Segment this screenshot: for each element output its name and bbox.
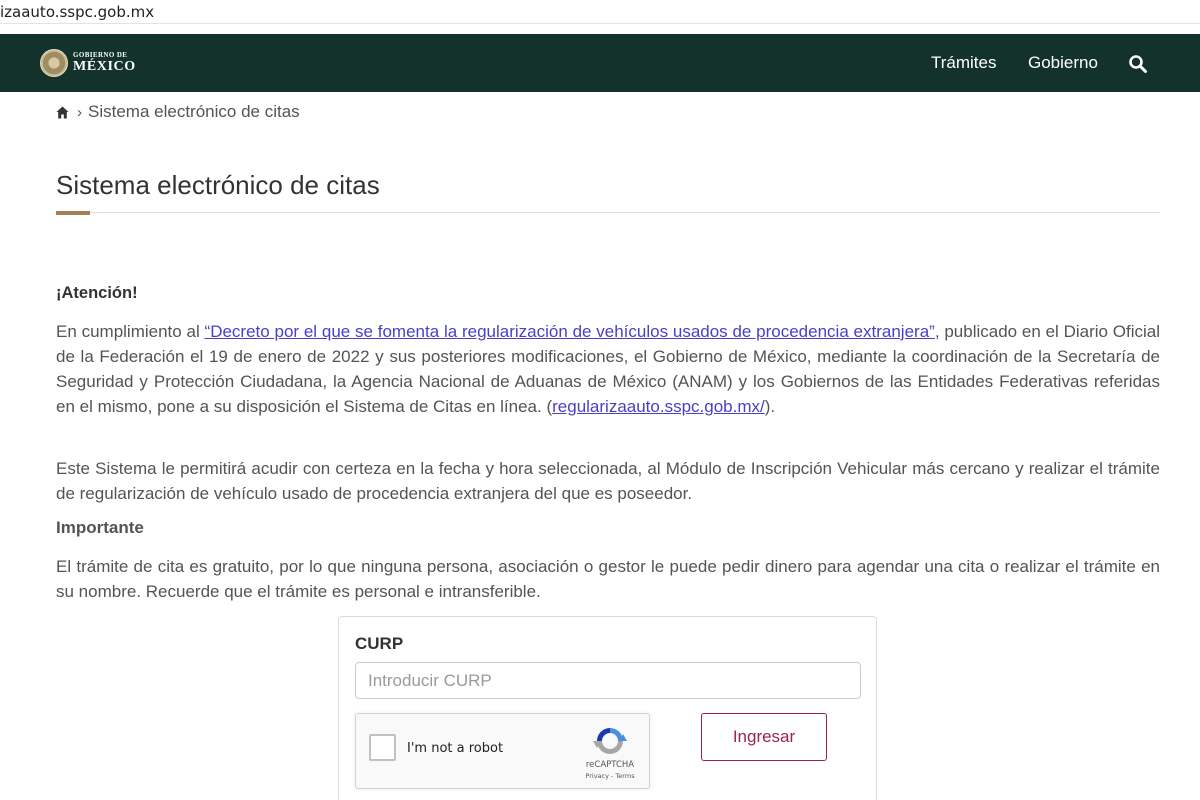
ingresar-button[interactable]: Ingresar	[701, 713, 827, 761]
intro-text-start: En cumplimiento al	[56, 322, 205, 341]
curp-input[interactable]	[355, 662, 861, 699]
gob-mexico-logo[interactable]: GOBIERNO DE MÉXICO	[40, 47, 150, 79]
decree-link[interactable]: “Decreto por el que se fomenta la regula…	[205, 322, 935, 341]
browser-address-bar[interactable]: izaauto.sspc.gob.mx	[0, 0, 1200, 24]
recaptcha-checkbox[interactable]	[369, 734, 396, 761]
gob-header: GOBIERNO DE MÉXICO Trámites Gobierno	[0, 34, 1200, 92]
nav-tramites[interactable]: Trámites	[931, 34, 997, 92]
logo-text: GOBIERNO DE MÉXICO	[73, 52, 136, 74]
national-seal-icon	[40, 49, 68, 77]
recaptcha-label: I'm not a robot	[407, 741, 504, 756]
paren-close: ).	[764, 397, 776, 416]
title-accent-bar	[56, 211, 90, 215]
search-icon[interactable]	[1128, 54, 1148, 74]
curp-label: CURP	[355, 634, 404, 653]
recaptcha-brand: reCAPTCHA	[585, 760, 635, 770]
logo-line1: GOBIERNO DE	[73, 51, 128, 59]
breadcrumb-current: Sistema electrónico de citas	[88, 102, 300, 121]
recaptcha-widget: I'm not a robot reCAPTCHA Privacy - Term…	[355, 713, 650, 789]
important-heading: Importante	[56, 518, 144, 537]
curp-login-card: CURP I'm not a robot reCAPTCHA Privacy -…	[338, 616, 877, 800]
attention-heading: ¡Atención!	[56, 284, 138, 302]
recaptcha-logo-icon	[593, 728, 627, 754]
address-url[interactable]: izaauto.sspc.gob.mx	[0, 3, 154, 21]
logo-line2: MÉXICO	[73, 59, 136, 74]
page-title: Sistema electrónico de citas	[56, 170, 380, 200]
system-description-paragraph: Este Sistema le permitirá acudir con cer…	[56, 459, 1160, 503]
nav-gobierno[interactable]: Gobierno	[1028, 34, 1098, 92]
title-divider	[56, 212, 1160, 213]
free-service-paragraph: El trámite de cita es gratuito, por lo q…	[56, 557, 1160, 601]
recaptcha-terms-link[interactable]: Privacy - Terms	[580, 772, 640, 780]
breadcrumb: › Sistema electrónico de citas	[56, 101, 300, 123]
chevron-right-icon: ›	[77, 103, 82, 121]
regularizaauto-link[interactable]: regularizaauto.sspc.gob.mx/	[552, 397, 765, 416]
intro-paragraph: En cumplimiento al “Decreto por el que s…	[56, 319, 1160, 419]
home-icon[interactable]	[56, 106, 69, 119]
